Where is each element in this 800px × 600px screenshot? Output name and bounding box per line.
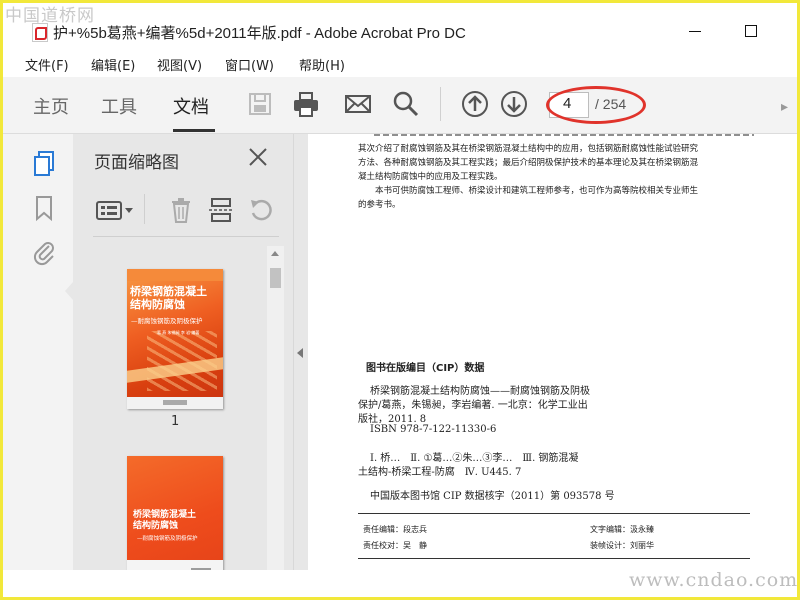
divider-line-top — [358, 513, 750, 514]
divider-line-bottom — [358, 558, 750, 559]
cip-line-1: 桥梁钢筋混凝土结构防腐蚀——耐腐蚀钢筋及阴极 — [370, 386, 590, 397]
collapse-arrow-icon[interactable] — [297, 348, 303, 358]
menu-view[interactable]: 视图(V) — [157, 55, 202, 74]
left-navigation-rail — [3, 134, 73, 570]
cover-title-line1: 桥梁钢筋混凝土 — [130, 285, 207, 298]
cip-line-2: 保护/葛燕，朱锡昶，李岩编著. 一北京：化学工业出 — [358, 400, 588, 411]
cover-title-line2: 结构防腐蚀 — [130, 298, 185, 311]
panel-toolbar-divider — [144, 194, 145, 224]
credit-text-editor: 文字编辑：汲永臻 — [590, 525, 654, 534]
credit-designer: 装帧设计：刘丽华 — [590, 541, 654, 550]
previous-page-icon[interactable] — [460, 89, 490, 119]
close-icon[interactable] — [247, 146, 269, 168]
scroll-up-arrow-icon[interactable] — [271, 251, 279, 256]
window-title: 护+%5b葛燕+编著%5d+2011年版.pdf - Adobe Acrobat… — [53, 25, 466, 42]
cip-line-3: 版社，2011. 8 — [358, 414, 427, 425]
search-icon[interactable] — [391, 89, 421, 119]
document-view: 其次介绍了耐腐蚀钢筋及其在桥梁钢筋混凝土结构中的应用，包括钢筋耐腐蚀性能试验研究… — [308, 134, 797, 570]
cip-heading: 图书在版编目（CIP）数据 — [366, 363, 485, 374]
red-highlight-ellipse — [546, 86, 646, 124]
pdf-file-icon — [32, 23, 48, 42]
tab-tools[interactable]: 工具 — [101, 93, 137, 119]
cip-line-7: 中国版本图书馆 CIP 数据核字（2011）第 093578 号 — [370, 491, 615, 502]
panel-title: 页面缩略图 — [94, 153, 179, 173]
rotate-icon[interactable] — [247, 196, 275, 224]
page-thumbnail-2[interactable]: 桥梁钢筋混凝土 结构防腐蚀 —耐腐蚀钢筋及阴极保护 — [127, 456, 223, 570]
tab-home[interactable]: 主页 — [33, 93, 69, 119]
watermark-bottom-right: www.cndao.com — [629, 569, 799, 591]
thumbnail-list: 桥梁钢筋混凝土 结构防腐蚀 —耐腐蚀钢筋及阴极保护 葛 燕 朱锡昶 李 岩 编著 … — [93, 246, 267, 570]
credit-editor: 责任编辑：段志兵 — [363, 525, 427, 534]
active-tab-indicator — [173, 129, 215, 132]
bookmark-icon[interactable] — [32, 194, 56, 222]
panel-toolbar — [93, 186, 279, 237]
attachment-icon[interactable] — [32, 238, 56, 266]
minimize-button[interactable] — [675, 19, 715, 43]
page2-title-line2: 结构防腐蚀 — [133, 521, 179, 531]
page2-subtitle: —耐腐蚀钢筋及阴极保护 — [137, 536, 198, 542]
menu-file[interactable]: 文件(F) — [25, 55, 69, 74]
cover-authors: 葛 燕 朱锡昶 李 岩 编著 — [157, 330, 200, 335]
delete-icon[interactable] — [167, 196, 195, 224]
cover-subtitle: —耐腐蚀钢筋及阴极保护 — [131, 317, 203, 325]
email-icon[interactable] — [343, 89, 373, 119]
next-page-icon[interactable] — [499, 89, 529, 119]
panel-splitter[interactable] — [293, 134, 308, 570]
menu-window[interactable]: 窗口(W) — [225, 55, 274, 74]
scroll-thumb[interactable] — [270, 268, 281, 288]
title-bar: 中国道桥网 护+%5b葛燕+编著%5d+2011年版.pdf - Adobe A… — [3, 3, 797, 49]
cip-line-5: Ⅰ. 桥… Ⅱ. ①葛…②朱…③李… Ⅲ. 钢筋混凝 — [370, 453, 579, 464]
main-toolbar: 主页 工具 文档 4 / 254 ▸ — [3, 77, 797, 134]
toolbar-overflow-icon[interactable]: ▸ — [781, 99, 788, 115]
page-thumbnails-icon[interactable] — [32, 150, 56, 178]
thumbnail-page-number: 1 — [171, 414, 180, 429]
cip-line-6: 土结构-桥梁工程-防腐 Ⅳ. U445. 7 — [358, 467, 522, 478]
intro-line-1: 其次介绍了耐腐蚀钢筋及其在桥梁钢筋混凝土结构中的应用，包括钢筋耐腐蚀性能试验研究 — [358, 144, 699, 154]
cip-isbn: ISBN 978-7-122-11330-6 — [370, 424, 497, 435]
maximize-button[interactable] — [731, 19, 771, 43]
intro-line-3: 凝土结构防腐蚀中的应用及工程实践。 — [358, 172, 503, 182]
print-icon[interactable] — [291, 89, 321, 119]
page-thumbnail-1[interactable]: 桥梁钢筋混凝土 结构防腐蚀 —耐腐蚀钢筋及阴极保护 葛 燕 朱锡昶 李 岩 编著 — [127, 269, 223, 409]
clipped-text-line — [374, 134, 754, 136]
publisher-logo — [163, 400, 187, 405]
thumbnail-scrollbar[interactable] — [267, 246, 284, 570]
tab-document[interactable]: 文档 — [173, 93, 209, 119]
intro-line-4: 本书可供防腐蚀工程师、桥梁设计和建筑工程师参考，也可作为高等院校相关专业师生 — [358, 186, 699, 196]
thumbnail-options-icon[interactable] — [95, 196, 135, 224]
credit-proofreader: 责任校对：吴 静 — [363, 541, 427, 550]
menu-bar: 文件(F) 编辑(E) 视图(V) 窗口(W) 帮助(H) — [3, 49, 797, 77]
active-rail-pointer — [65, 282, 73, 300]
menu-help[interactable]: 帮助(H) — [299, 55, 345, 74]
menu-edit[interactable]: 编辑(E) — [91, 55, 135, 74]
page2-title-line1: 桥梁钢筋混凝土 — [133, 510, 197, 520]
thumbnails-panel: 页面缩略图 桥梁钢筋混凝土 结构防腐蚀 —耐腐蚀钢筋及阴极保护 葛 燕 朱锡昶 … — [73, 134, 293, 570]
app-window: 中国道桥网 护+%5b葛燕+编著%5d+2011年版.pdf - Adobe A… — [0, 0, 800, 600]
intro-line-5: 的参考书。 — [358, 200, 401, 210]
toolbar-divider — [440, 87, 441, 121]
save-icon[interactable] — [245, 89, 275, 119]
intro-line-2: 方法、各种耐腐蚀钢筋及其工程实践；最后介绍阴极保护技术的基本理论及其在桥梁钢筋混 — [358, 158, 699, 168]
extract-pages-icon[interactable] — [207, 196, 235, 224]
